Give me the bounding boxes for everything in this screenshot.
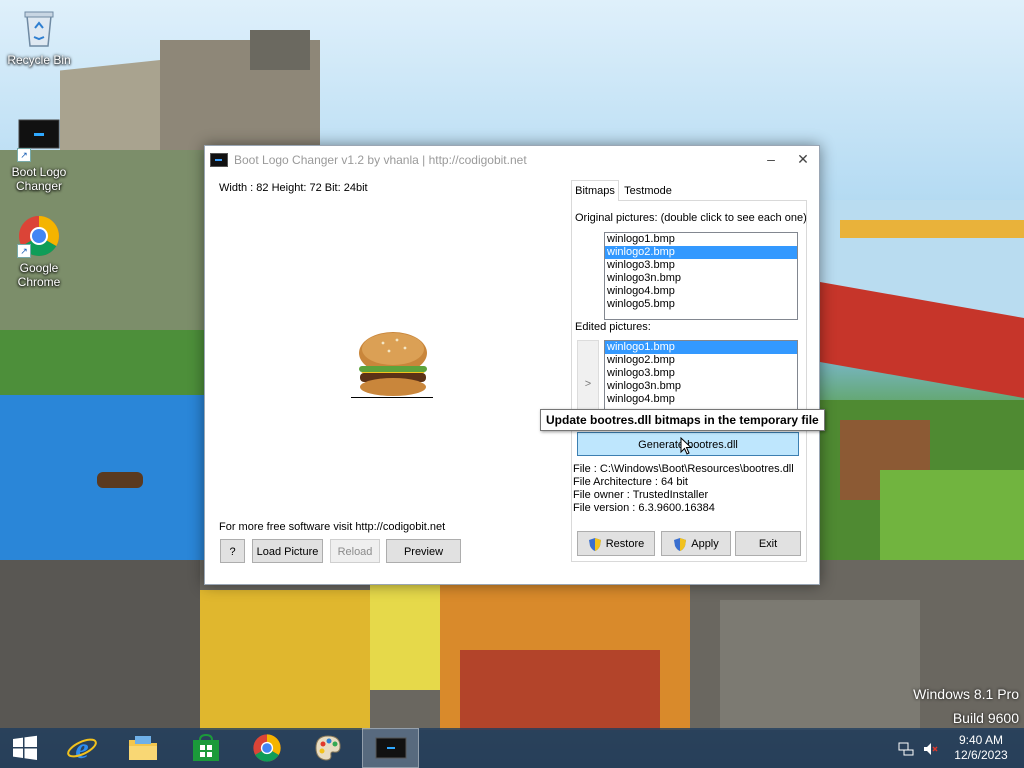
boot-logo-changer-icon: ↗	[17, 118, 61, 162]
taskbar-internet-explorer[interactable]: e	[56, 728, 108, 768]
taskbar-paint[interactable]	[302, 728, 354, 768]
boot-logo-preview-image	[353, 329, 433, 399]
clock-time: 9:40 AM	[958, 733, 1004, 747]
system-clock[interactable]: 9:40 AM 12/6/2023	[942, 733, 1020, 763]
original-pictures-list[interactable]: winlogo1.bmp winlogo2.bmp winlogo3.bmp w…	[604, 232, 798, 320]
list-item[interactable]: winlogo4.bmp	[605, 393, 797, 406]
network-icon[interactable]	[898, 741, 914, 757]
taskbar-file-explorer[interactable]	[117, 728, 169, 768]
tab-testmode[interactable]: Testmode	[619, 182, 677, 200]
list-item[interactable]: winlogo5.bmp	[605, 298, 797, 311]
taskbar: e 9:40 AM 12/6/2023	[0, 728, 1024, 768]
store-icon	[193, 733, 219, 761]
close-button[interactable]: ✕	[787, 146, 819, 174]
internet-explorer-icon: e	[67, 732, 97, 764]
clock-date: 12/6/2023	[954, 748, 1008, 762]
list-item[interactable]: winlogo1.bmp	[605, 233, 797, 246]
taskbar-google-chrome[interactable]	[241, 728, 293, 768]
list-item-selected[interactable]: winlogo1.bmp	[605, 341, 797, 354]
list-item[interactable]: winlogo4.bmp	[605, 285, 797, 298]
burger-image	[359, 332, 427, 396]
generate-tooltip: Update bootres.dll bitmaps in the tempor…	[540, 409, 825, 431]
list-item-selected[interactable]: winlogo2.bmp	[605, 246, 797, 259]
help-button[interactable]: ?	[220, 539, 245, 563]
list-item[interactable]: winlogo3.bmp	[605, 367, 797, 380]
load-picture-button[interactable]: Load Picture	[252, 539, 323, 563]
paint-palette-icon	[315, 735, 341, 761]
taskbar-windows-store[interactable]	[180, 728, 232, 768]
desktop-icon-google-chrome[interactable]: ↗ Google Chrome	[4, 214, 74, 289]
desktop-icon-label: Boot Logo Changer	[11, 165, 67, 193]
window-client-area: Width : 82 Height: 72 Bit: 24bit For mor…	[205, 175, 819, 584]
start-button[interactable]	[0, 728, 50, 768]
edited-pictures-list[interactable]: winlogo1.bmp winlogo2.bmp winlogo3.bmp w…	[604, 340, 798, 412]
apply-label: Apply	[691, 538, 719, 550]
preview-button[interactable]: Preview	[386, 539, 461, 563]
app-icon	[210, 153, 228, 167]
uac-shield-icon	[588, 537, 601, 551]
desktop-icon-label: Recycle Bin	[7, 53, 71, 67]
chrome-icon: ↗	[17, 214, 61, 258]
image-info: Width : 82 Height: 72 Bit: 24bit	[219, 182, 368, 194]
preview-underline	[351, 397, 433, 398]
shortcut-arrow-icon: ↗	[17, 148, 31, 162]
tab-bitmaps[interactable]: Bitmaps	[571, 180, 619, 201]
edited-pictures-label: Edited pictures:	[575, 321, 651, 333]
desktop-icon-label: Google Chrome	[17, 261, 61, 289]
desktop-icon-recycle-bin[interactable]: Recycle Bin	[4, 6, 74, 67]
exit-button[interactable]: Exit	[735, 531, 801, 556]
uac-shield-icon	[674, 537, 687, 551]
minimize-button[interactable]: –	[755, 146, 787, 174]
boot-logo-changer-icon	[375, 737, 406, 759]
list-item[interactable]: winlogo3.bmp	[605, 259, 797, 272]
window-title: Boot Logo Changer v1.2 by vhanla | http:…	[234, 153, 527, 167]
folder-icon	[129, 736, 157, 760]
list-item[interactable]: winlogo3n.bmp	[605, 380, 797, 393]
mouse-cursor-icon	[680, 437, 692, 455]
file-info: File : C:\Windows\Boot\Resources\bootres…	[573, 463, 794, 515]
original-pictures-label: Original pictures: (double click to see …	[575, 212, 807, 224]
file-path: File : C:\Windows\Boot\Resources\bootres…	[573, 463, 794, 475]
file-architecture: File Architecture : 64 bit	[573, 476, 688, 488]
os-watermark-build: Build 9600	[952, 710, 1019, 726]
desktop-icon-boot-logo-changer[interactable]: ↗ Boot Logo Changer	[4, 118, 74, 193]
os-watermark-edition: Windows 8.1 Pro	[913, 686, 1019, 702]
tab-control: Bitmaps Testmode Original pictures: (dou…	[571, 180, 807, 562]
window-titlebar[interactable]: Boot Logo Changer v1.2 by vhanla | http:…	[205, 146, 819, 174]
svg-text:e: e	[75, 732, 88, 764]
chrome-icon	[253, 734, 281, 762]
reload-button[interactable]: Reload	[330, 539, 380, 563]
recycle-bin-icon	[17, 6, 61, 50]
list-item[interactable]: winlogo3n.bmp	[605, 272, 797, 285]
list-item[interactable]: winlogo2.bmp	[605, 354, 797, 367]
restore-label: Restore	[605, 538, 645, 550]
shortcut-arrow-icon: ↗	[17, 244, 31, 258]
boot-logo-changer-window: Boot Logo Changer v1.2 by vhanla | http:…	[204, 145, 820, 585]
file-version: File version : 6.3.9600.16384	[573, 502, 715, 514]
apply-button[interactable]: Apply	[661, 531, 731, 556]
windows-logo-icon	[13, 735, 37, 760]
file-owner: File owner : TrustedInstaller	[573, 489, 709, 501]
restore-button[interactable]: Restore	[577, 531, 655, 556]
footer-text: For more free software visit http://codi…	[219, 521, 446, 533]
taskbar-boot-logo-changer[interactable]	[362, 728, 419, 768]
volume-muted-icon[interactable]	[922, 741, 938, 757]
